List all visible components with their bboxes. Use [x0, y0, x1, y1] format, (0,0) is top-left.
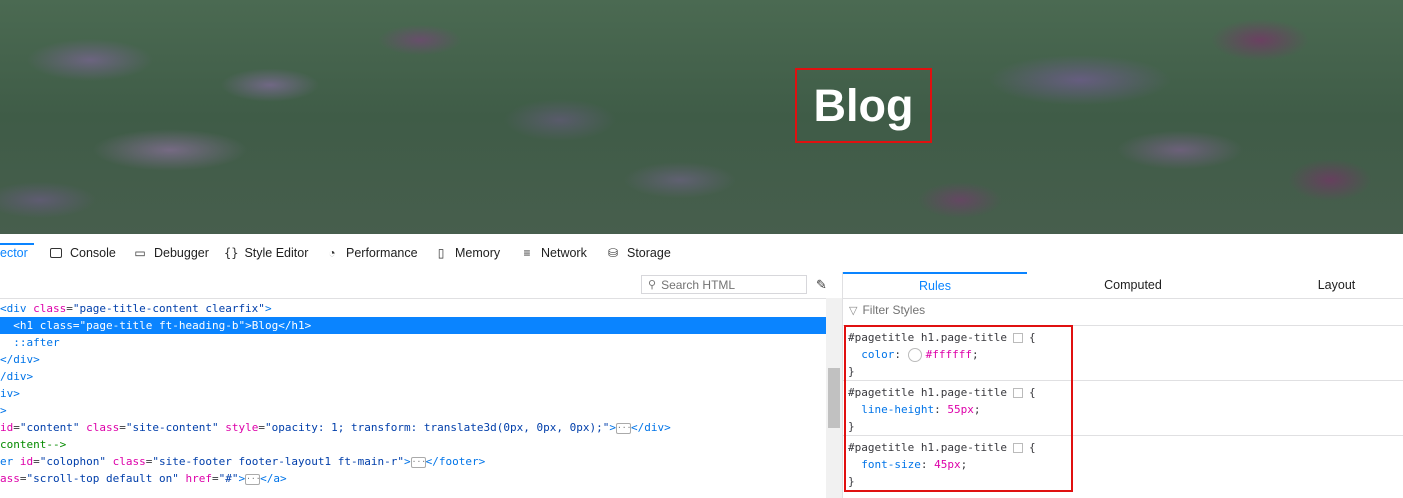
tree-node[interactable]: ::after: [0, 334, 826, 351]
property-value[interactable]: 45px: [934, 458, 961, 471]
scrollbar-thumb[interactable]: [828, 368, 840, 428]
tab-layout[interactable]: Layout: [1239, 272, 1403, 298]
tree-node-selected[interactable]: <h1 class="page-title ft-heading-b">Blog…: [0, 317, 826, 334]
sidebar-panel: Rules Computed Layout ▽ Filter Styles #p…: [842, 272, 1403, 498]
tree-node[interactable]: content-->: [0, 436, 826, 453]
tab-debugger[interactable]: ▭ Debugger: [132, 234, 209, 272]
database-icon: ⛁: [607, 246, 619, 260]
tree-node[interactable]: </div>: [0, 351, 826, 368]
rule-selector[interactable]: #pagetitle h1.page-title: [848, 331, 1007, 344]
markup-view: ⚲ Search HTML ✎ <div class="page-title-c…: [0, 272, 842, 498]
markup-tree: <div class="page-title-content clearfix"…: [0, 300, 826, 487]
rule-selector[interactable]: #pagetitle h1.page-title: [848, 441, 1007, 454]
tab-label: Style Editor: [244, 246, 309, 260]
console-icon: [48, 246, 64, 260]
tree-node[interactable]: <div class="page-title-content clearfix"…: [0, 300, 826, 317]
tab-label: Performance: [346, 246, 418, 260]
ellipsis-icon[interactable]: ···: [410, 456, 426, 468]
vertical-scrollbar[interactable]: [826, 298, 842, 498]
property-value[interactable]: 55px: [947, 403, 974, 416]
css-rule: #pagetitle h1.page-title{ line-height: 5…: [843, 380, 1403, 433]
page-title: Blog: [813, 80, 914, 131]
tab-label: Network: [541, 246, 587, 260]
sidebar-tabs: Rules Computed Layout: [843, 272, 1403, 299]
tree-node[interactable]: id="content" class="site-content" style=…: [0, 419, 826, 436]
ellipsis-icon[interactable]: ···: [245, 473, 261, 485]
hero-banner: Blog: [0, 0, 1403, 234]
tab-console[interactable]: Console: [48, 234, 116, 272]
tab-rules[interactable]: Rules: [843, 272, 1027, 298]
copy-icon[interactable]: [1012, 388, 1023, 398]
css-rule: #pagetitle h1.page-title{ color: #ffffff…: [843, 325, 1403, 378]
tab-label: Storage: [627, 246, 671, 260]
devtools-panel: ector Console ▭ Debugger {} Style Editor…: [0, 234, 1403, 498]
property-name[interactable]: color: [861, 348, 894, 361]
ellipsis-icon[interactable]: ···: [615, 422, 631, 434]
copy-icon[interactable]: [1012, 333, 1023, 343]
filter-styles-input[interactable]: ▽ Filter Styles: [849, 300, 925, 320]
search-placeholder: Search HTML: [661, 277, 736, 292]
css-rules-list: #pagetitle h1.page-title{ color: #ffffff…: [843, 325, 1403, 488]
highlight-box: Blog: [795, 68, 932, 143]
search-icon: ⚲: [648, 279, 657, 291]
property-name[interactable]: font-size: [861, 458, 921, 471]
tree-node[interactable]: ass="scroll-top default on" href="#">···…: [0, 470, 826, 487]
property-name[interactable]: line-height: [861, 403, 934, 416]
filter-icon: ▽: [849, 304, 858, 317]
tab-storage[interactable]: ⛁ Storage: [605, 234, 671, 272]
tab-memory[interactable]: ▯ Memory: [433, 234, 500, 272]
tab-label: ector: [0, 246, 28, 260]
filter-placeholder: Filter Styles: [862, 303, 926, 317]
tab-label: Debugger: [154, 246, 209, 260]
tab-label: Memory: [455, 246, 501, 260]
debugger-icon: ▭: [134, 246, 146, 260]
markup-toolbar: ⚲ Search HTML ✎: [0, 272, 842, 299]
tab-network[interactable]: ≡ Network: [519, 234, 587, 272]
network-icon: ≡: [523, 246, 531, 260]
tab-label: Console: [70, 246, 116, 260]
tree-node[interactable]: er id="colophon" class="site-footer foot…: [0, 453, 826, 470]
copy-icon[interactable]: [1012, 443, 1023, 453]
tree-node[interactable]: /div>: [0, 368, 826, 385]
tree-node[interactable]: iv>: [0, 385, 826, 402]
rule-selector[interactable]: #pagetitle h1.page-title: [848, 386, 1007, 399]
tab-performance[interactable]: ◔ Performance: [324, 234, 418, 272]
search-html-input[interactable]: ⚲ Search HTML: [641, 275, 807, 294]
tree-node[interactable]: >: [0, 402, 826, 419]
chip-icon: ▯: [437, 246, 445, 260]
tab-inspector[interactable]: ector: [0, 234, 34, 272]
css-rule: #pagetitle h1.page-title{ font-size: 45p…: [843, 435, 1403, 488]
property-value[interactable]: #ffffff: [926, 348, 972, 361]
tab-computed[interactable]: Computed: [1027, 272, 1239, 298]
braces-icon: {}: [224, 246, 239, 260]
gauge-icon: ◔: [328, 246, 336, 260]
devtools-toolbar: ector Console ▭ Debugger {} Style Editor…: [0, 234, 1403, 273]
tab-style-editor[interactable]: {} Style Editor: [224, 234, 308, 272]
color-swatch-icon[interactable]: [907, 348, 922, 362]
eyedropper-icon[interactable]: ✎: [816, 278, 832, 294]
